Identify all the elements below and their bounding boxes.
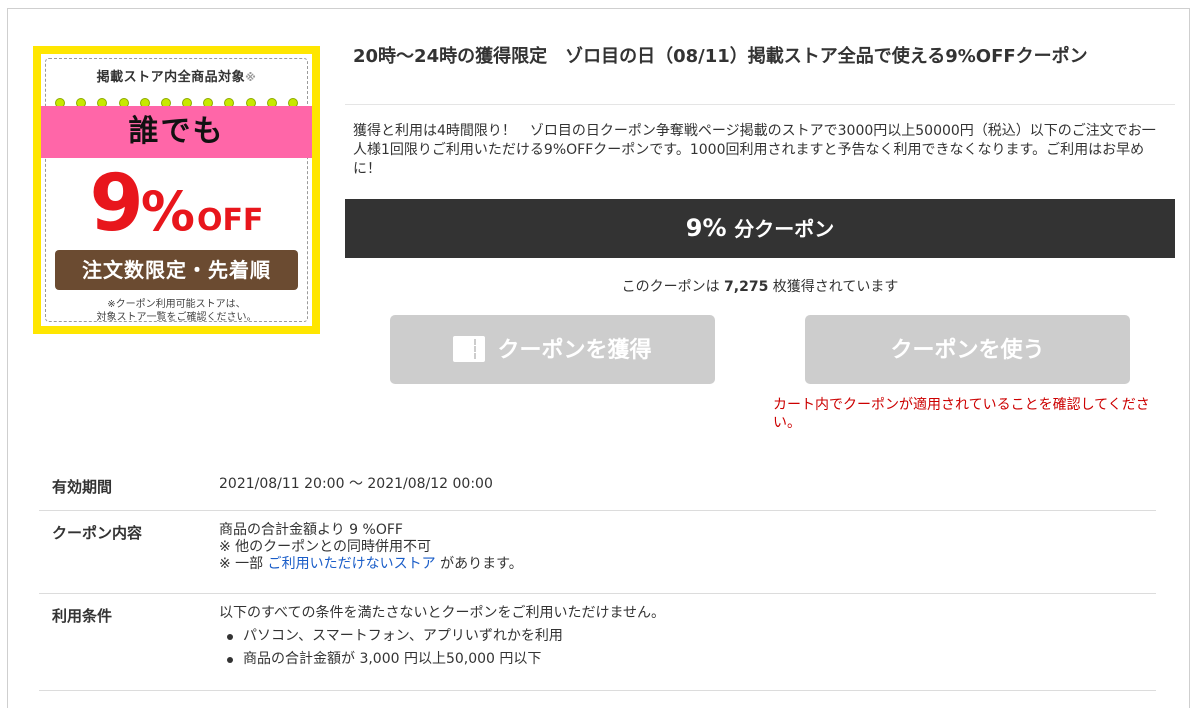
- divider: [345, 104, 1175, 105]
- content-value: 商品の合計金額より 9 %OFF ※ 他のクーポンとの同時併用不可 ※ 一部 ご…: [219, 522, 523, 572]
- discount-value: 9%: [685, 214, 727, 242]
- banner-note: ※クーポン利用可能ストアは、 対象ストア一覧をご確認ください。: [96, 299, 257, 323]
- coupon-description: 獲得と利用は4時間限り！ ゾロ目の日クーポン争奪戦ページ掲載のストアで3000円…: [353, 123, 1156, 177]
- acquired-count-value: 7,275: [724, 279, 769, 295]
- excluded-stores-link[interactable]: ご利用いただけないストア: [268, 556, 436, 572]
- period-label: 有効期間: [52, 478, 113, 496]
- discount-unit: 分クーポン: [734, 217, 835, 241]
- details-row-content: クーポン内容 商品の合計金額より 9 %OFF ※ 他のクーポンとの同時併用不可…: [39, 522, 1156, 594]
- banner-discount: 9%OFF: [89, 159, 264, 249]
- content-label: クーポン内容: [52, 524, 143, 542]
- condition-item: パソコン、スマートフォン、アプリいずれかを利用: [219, 628, 665, 645]
- discount-bar: 9% 分クーポン: [345, 199, 1175, 258]
- banner-limited-label: 注文数限定・先着順: [55, 250, 298, 290]
- ticket-icon: [453, 336, 486, 362]
- coupon-banner-image: 掲載ストア内全商品対象※ 誰でも 9%OFF 注文数限定・先着順 ※クーポン利用…: [33, 46, 320, 334]
- period-value: 2021/08/11 20:00 ～ 2021/08/12 00:00: [219, 476, 493, 492]
- details-row-period: 有効期間 2021/08/11 20:00 ～ 2021/08/12 00:00: [39, 476, 1156, 511]
- conditions-value: 以下のすべての条件を満たさないとクーポンをご利用いただけません。 パソコン、スマ…: [219, 605, 666, 668]
- acquired-count: このクーポンは 7,275 枚獲得されています: [621, 279, 899, 295]
- coupon-title: 20時～24時の獲得限定 ゾロ目の日（08/11）掲載ストア全品で使える9%OF…: [353, 46, 1088, 67]
- conditions-label: 利用条件: [52, 607, 113, 625]
- cart-warning: カート内でクーポンが適用されていることを確認してください。: [773, 397, 1150, 431]
- banner-pink-strip: 誰でも: [41, 106, 312, 158]
- use-coupon-button[interactable]: クーポンを使う: [805, 315, 1130, 384]
- condition-item: 商品の合計金額が 3,000 円以上50,000 円以下: [219, 651, 665, 668]
- details-row-conditions: 利用条件 以下のすべての条件を満たさないとクーポンをご利用いただけません。 パソ…: [39, 605, 1156, 691]
- get-coupon-button[interactable]: クーポンを獲得: [390, 315, 715, 384]
- banner-top-text: 掲載ストア内全商品対象※: [96, 70, 257, 85]
